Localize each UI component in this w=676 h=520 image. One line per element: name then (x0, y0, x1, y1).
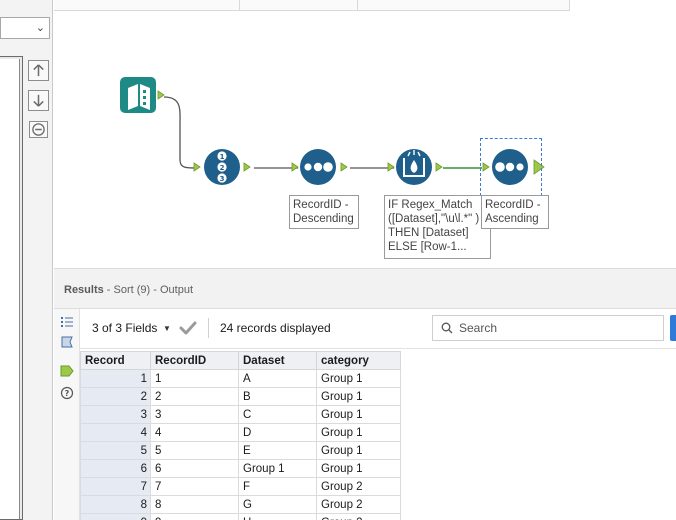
cell-recordid[interactable]: 5 (150, 441, 239, 460)
formula-annotation: IF Regex_Match ([Dataset],"\u\l.*" ) THE… (384, 195, 491, 259)
metadata-icon[interactable] (60, 335, 74, 349)
cell-recordid[interactable]: 8 (150, 495, 239, 514)
arrow-down-icon (33, 94, 44, 107)
records-count: 24 records displayed (220, 321, 331, 335)
help-icon[interactable]: ? (60, 386, 74, 400)
table-row[interactable]: 2 2 B Group 1 (80, 387, 401, 406)
cell-dataset[interactable]: H (238, 513, 317, 520)
column-header-recordid[interactable]: RecordID (150, 351, 239, 370)
checkmark-icon[interactable] (178, 319, 198, 337)
results-pane: Results - Sort (9) - Output ? 3 of 3 Fie… (54, 268, 676, 520)
table-row[interactable]: 3 3 C Group 1 (80, 405, 401, 424)
arrow-up-icon (33, 64, 44, 77)
cell-record[interactable]: 6 (80, 459, 151, 478)
table-row[interactable]: 99HGroup 2 (80, 513, 401, 520)
search-icon (441, 322, 453, 334)
grid-header-row: Record RecordID Dataset category (80, 351, 401, 370)
remove-button[interactable] (29, 121, 48, 138)
table-row[interactable]: 1 1 A Group 1 (80, 369, 401, 388)
cell-category[interactable]: Group 1 (316, 423, 401, 442)
sort-fields-list-body (0, 59, 20, 519)
cell-record[interactable]: 5 (80, 441, 151, 460)
cell-dataset[interactable]: A (238, 369, 317, 388)
cell-record[interactable]: 9 (80, 513, 151, 520)
svg-text:3: 3 (220, 175, 225, 183)
sort-field-dropdown[interactable]: ⌄ (0, 17, 50, 39)
results-toolbar: 3 of 3 Fields ▼ 24 records displayed (80, 309, 676, 349)
cell-category[interactable]: Group 2 (316, 513, 401, 520)
move-down-button[interactable] (28, 90, 49, 111)
app-window: ⌄ 1 2 3 RecordID - Descending IF Regex_M… (0, 0, 676, 520)
search-box[interactable] (432, 315, 664, 341)
svg-text:2: 2 (220, 164, 225, 172)
cell-record[interactable]: 7 (80, 477, 151, 496)
results-title: Results - Sort (9) - Output (64, 284, 193, 296)
connector-input-to-recordid (163, 96, 197, 169)
table-row[interactable]: 7 7 F Group 2 (80, 477, 401, 496)
search-input[interactable] (459, 319, 659, 337)
cell-category[interactable]: Group 2 (316, 495, 401, 514)
table-row[interactable]: 6 6 Group 1 Group 1 (80, 459, 401, 478)
record-id-tool[interactable]: 1 2 3 (193, 149, 251, 185)
cell-category[interactable]: Group 2 (316, 477, 401, 496)
minus-circle-icon (32, 123, 45, 136)
cell-category[interactable]: Group 1 (316, 459, 401, 478)
cell-recordid[interactable]: 6 (150, 459, 239, 478)
sort-descending-tool[interactable] (291, 149, 348, 185)
svg-text:?: ? (65, 389, 70, 398)
results-header: Results - Sort (9) - Output (54, 269, 676, 309)
cell-category[interactable]: Group 1 (316, 369, 401, 388)
fields-selector[interactable]: 3 of 3 Fields (92, 321, 157, 335)
cell-recordid[interactable]: 2 (150, 387, 239, 406)
results-title-prefix: Results (64, 284, 104, 296)
svg-text:1: 1 (220, 153, 225, 161)
cell-recordid[interactable]: 7 (150, 477, 239, 496)
list-view-icon[interactable] (60, 315, 74, 329)
grid-body: 1 1 A Group 1 2 2 B Group 1 3 3 C Group 1 4 4 D Group 1… (80, 369, 401, 520)
output-anchor-icon[interactable] (60, 364, 74, 378)
cell-record[interactable]: 2 (80, 387, 151, 406)
cell-dataset[interactable]: B (238, 387, 317, 406)
cell-dataset[interactable]: D (238, 423, 317, 442)
column-header-dataset[interactable]: Dataset (238, 351, 317, 370)
cell-recordid[interactable]: 4 (150, 423, 239, 442)
sort-ascending-annotation: RecordID - Ascending (481, 195, 549, 229)
action-button-edge[interactable] (670, 315, 676, 341)
toolbar-divider (208, 318, 209, 338)
workflow-diagram: 1 2 3 (120, 77, 545, 185)
sort-descending-annotation: RecordID - Descending (289, 195, 359, 229)
cell-recordid[interactable]: 1 (150, 369, 239, 388)
cell-record[interactable]: 8 (80, 495, 151, 514)
cell-category[interactable]: Group 1 (316, 441, 401, 460)
cell-category[interactable]: Group 1 (316, 405, 401, 424)
cell-dataset[interactable]: G (238, 495, 317, 514)
results-grid[interactable]: Record RecordID Dataset category 1 1 A Grou… (80, 351, 401, 520)
cell-dataset[interactable]: F (238, 477, 317, 496)
table-row[interactable]: 8 8 G Group 2 (80, 495, 401, 514)
cell-dataset[interactable]: Group 1 (238, 459, 317, 478)
tool-selection-outline (480, 138, 542, 196)
input-data-tool[interactable] (120, 77, 165, 113)
cell-recordid[interactable]: 9 (150, 513, 239, 520)
cell-record[interactable]: 1 (80, 369, 151, 388)
table-row[interactable]: 4 4 D Group 1 (80, 423, 401, 442)
workflow-canvas[interactable]: 1 2 3 RecordID - Descending IF Regex_Mat… (54, 0, 676, 268)
caret-down-icon[interactable]: ▼ (163, 324, 171, 333)
move-up-button[interactable] (28, 60, 49, 81)
results-side-toolbar: ? (54, 309, 80, 520)
table-row[interactable]: 5 5 E Group 1 (80, 441, 401, 460)
cell-dataset[interactable]: C (238, 405, 317, 424)
sort-fields-list[interactable] (0, 56, 23, 520)
multi-row-formula-tool[interactable] (387, 149, 443, 185)
configuration-panel: ⌄ (0, 0, 53, 520)
cell-record[interactable]: 4 (80, 423, 151, 442)
column-header-category[interactable]: category (316, 351, 401, 370)
results-title-suffix: - Sort (9) - Output (103, 284, 193, 296)
cell-recordid[interactable]: 3 (150, 405, 239, 424)
chevron-down-icon: ⌄ (35, 22, 45, 34)
cell-category[interactable]: Group 1 (316, 387, 401, 406)
column-header-record[interactable]: Record (80, 351, 151, 370)
cell-dataset[interactable]: E (238, 441, 317, 460)
cell-record[interactable]: 3 (80, 405, 151, 424)
